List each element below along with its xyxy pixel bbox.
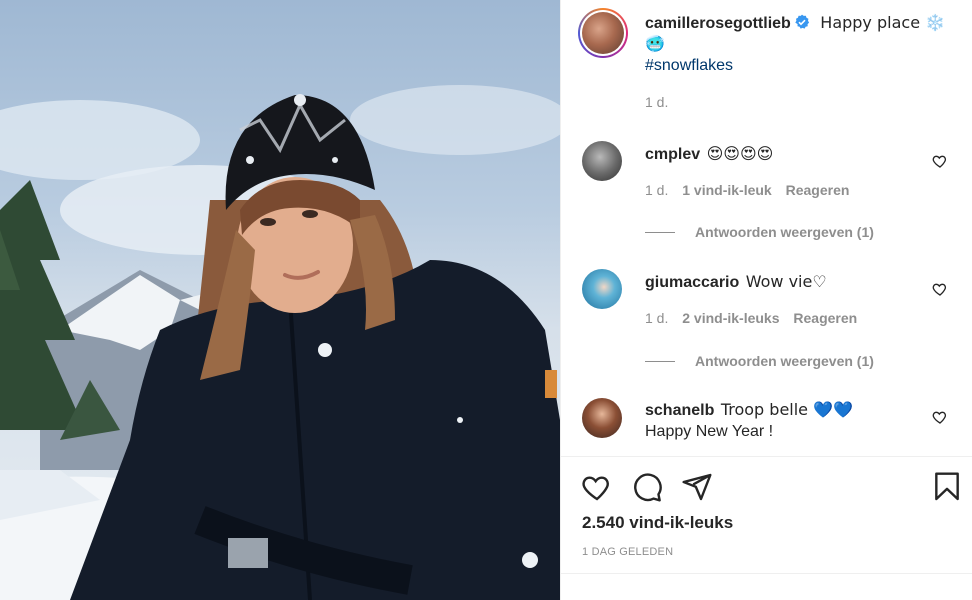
comment-username[interactable]: giumaccario	[645, 274, 739, 291]
author-avatar[interactable]	[578, 8, 628, 58]
instagram-post-view: camillerosegottlieb Happy place ❄️ 🥶 #sn…	[0, 0, 972, 600]
verified-badge-icon	[795, 14, 809, 29]
comment-text: Wow vie♡	[745, 272, 827, 291]
post-photo[interactable]	[0, 0, 560, 600]
heart-outline-icon[interactable]	[932, 409, 948, 425]
comment-line: cmplev 😍😍😍😍	[645, 144, 773, 164]
caption-hashtag[interactable]: #snowflakes	[645, 57, 733, 75]
comment-likes[interactable]: 1 vind-ik-leuk	[682, 182, 771, 198]
comment-text-line2: Happy New Year !	[645, 423, 774, 440]
caption-line: camillerosegottlieb Happy place ❄️	[645, 13, 945, 33]
comment-text: Troop belle 💙💙	[720, 400, 853, 419]
heart-outline-icon[interactable]	[932, 153, 948, 169]
share-icon[interactable]	[681, 471, 713, 503]
photo-illustration	[0, 85, 560, 600]
comment-text: 😍😍😍😍	[706, 144, 774, 163]
comment-username[interactable]: cmplev	[645, 146, 700, 163]
post-timestamp: 1 DAG GELEDEN	[582, 546, 674, 558]
comment-age: 1 d.	[645, 182, 669, 198]
commenter-avatar[interactable]	[582, 398, 622, 438]
comment-meta: 1 d. 2 vind-ik-leuks Reageren	[645, 310, 857, 326]
view-replies-button[interactable]: Antwoorden weergeven (1)	[645, 224, 874, 240]
comment-meta: 1 d. 1 vind-ik-leuk Reageren	[645, 182, 849, 198]
post-side-panel: camillerosegottlieb Happy place ❄️ 🥶 #sn…	[560, 0, 972, 600]
heart-outline-icon[interactable]	[581, 471, 613, 503]
comment-icon[interactable]	[631, 471, 663, 503]
comment-likes[interactable]: 2 vind-ik-leuks	[682, 310, 779, 326]
comment-line: giumaccario Wow vie♡	[645, 272, 827, 292]
caption-text: Happy place ❄️	[820, 13, 946, 32]
reply-button[interactable]: Reageren	[786, 182, 850, 198]
comment-box-divider	[561, 573, 972, 574]
actions-divider	[561, 456, 972, 457]
caption-age: 1 d.	[645, 94, 669, 110]
bookmark-icon[interactable]	[931, 471, 963, 503]
reply-button[interactable]: Reageren	[793, 310, 857, 326]
commenter-avatar[interactable]	[582, 269, 622, 309]
author-username[interactable]: camillerosegottlieb	[645, 15, 791, 32]
view-replies-label: Antwoorden weergeven (1)	[695, 224, 874, 240]
replies-dash	[645, 231, 675, 233]
comment-line: schanelb Troop belle 💙💙	[645, 400, 853, 420]
replies-dash	[645, 360, 675, 362]
heart-outline-icon[interactable]	[932, 281, 948, 297]
view-replies-label: Antwoorden weergeven (1)	[695, 353, 874, 369]
caption-emoji: 🥶	[645, 34, 665, 53]
comment-username[interactable]: schanelb	[645, 402, 714, 419]
likes-count[interactable]: 2.540 vind-ik-leuks	[582, 513, 733, 533]
commenter-avatar[interactable]	[582, 141, 622, 181]
view-replies-button[interactable]: Antwoorden weergeven (1)	[645, 353, 874, 369]
comment-age: 1 d.	[645, 310, 669, 326]
